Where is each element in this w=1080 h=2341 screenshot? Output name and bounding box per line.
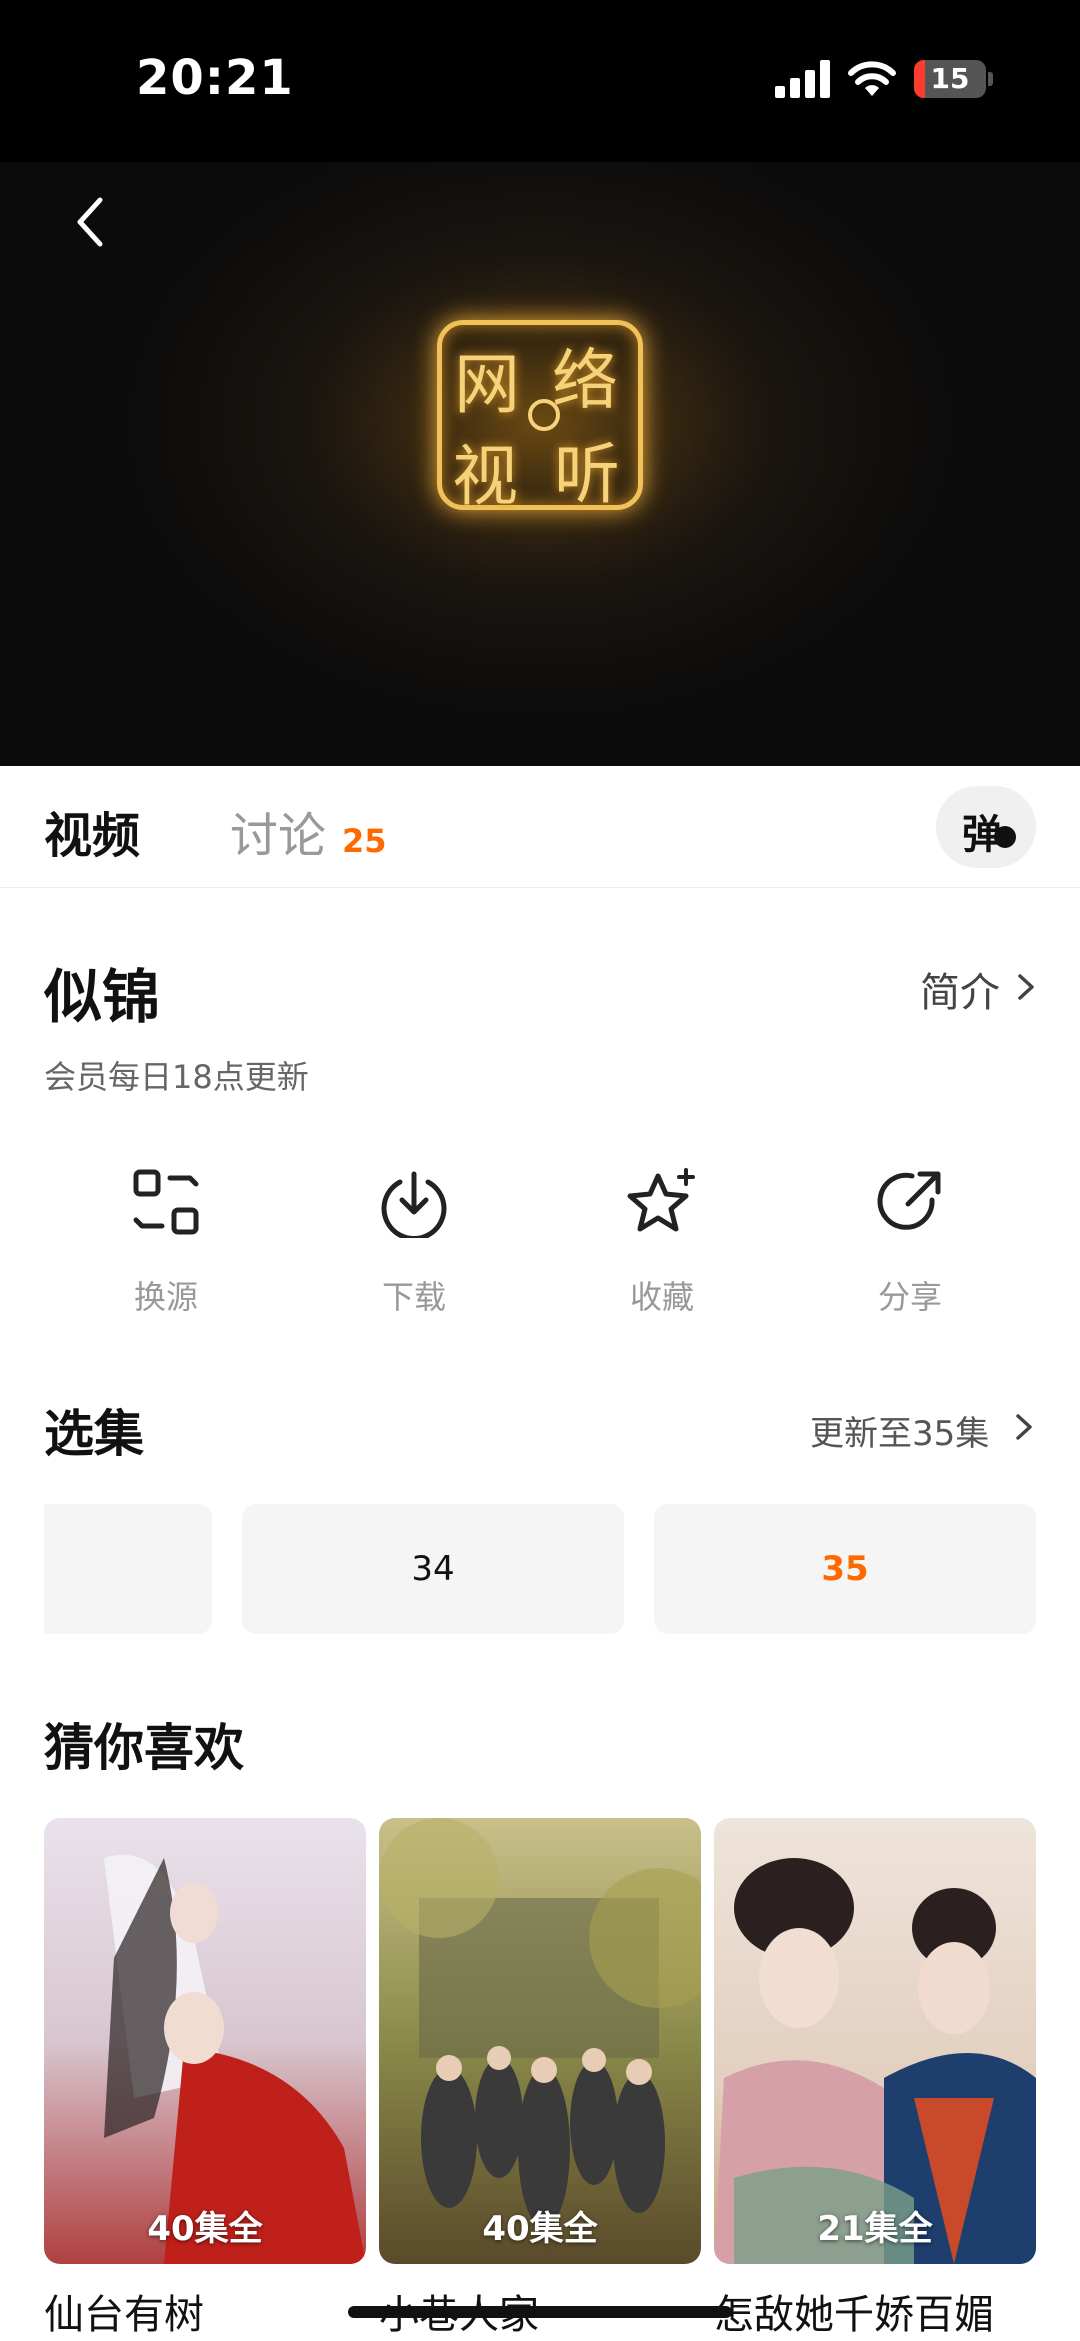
chevron-right-icon[interactable] [1012,1412,1036,1442]
logo-char: 听 [554,436,620,513]
download-button[interactable]: 下载 [334,1166,494,1316]
recommendation-card[interactable]: 40集全 仙台有树 [44,1818,366,2338]
share-button[interactable]: 分享 [830,1166,990,1316]
poster-image[interactable]: 40集全 [379,1818,701,2264]
logo-play-icon [528,399,560,431]
favorite-button[interactable]: 收藏 [582,1166,742,1316]
tab-video[interactable]: 视频 [44,796,140,866]
tab-discussion[interactable]: 讨论 [230,796,326,866]
back-arrow-icon[interactable] [62,192,122,252]
recommendation-card[interactable]: 21集全 怎敌她千娇百媚 [714,1818,1036,2338]
discussion-count-badge: 25 [342,822,387,860]
home-indicator[interactable] [348,2306,732,2318]
episode-count-badge: 40集全 [147,2209,263,2249]
battery-level: 15 [930,62,970,95]
poster-image[interactable]: 40集全 [44,1818,366,2264]
recommendation-card[interactable]: 40集全 小巷人家 [379,1818,701,2338]
recommendation-title[interactable]: 怎敌她千娇百媚 [714,2282,994,2340]
battery-cap [988,72,993,86]
danmaku-toggle-button[interactable]: 弹 [936,786,1036,868]
episode-item-current[interactable]: 35 [654,1504,1036,1634]
update-schedule-note: 会员每日18点更新 [44,1058,309,1096]
action-label: 换源 [133,1278,198,1316]
wifi-icon [848,61,896,96]
show-title: 似锦 [44,963,161,1031]
status-bar: 20:21 15 [0,0,1080,162]
episode-item[interactable] [44,1504,212,1634]
poster-art [379,1818,701,2264]
battery-icon: 15 [914,60,986,98]
logo-char: 视 [452,438,518,515]
logo-char: 络 [552,342,618,419]
recommendation-title[interactable]: 仙台有树 [44,2282,204,2340]
episode-count-badge: 21集全 [817,2209,933,2249]
episodes-more-link[interactable]: 更新至35集 [810,1406,989,1455]
intro-link[interactable]: 简介 [920,960,1000,1018]
cellular-signal-icon [775,60,831,98]
favorite-star-icon [627,1168,695,1232]
chevron-right-icon[interactable] [1014,972,1038,1002]
broadcast-logo: 网 络 视 听 [437,320,643,515]
action-label: 下载 [381,1278,446,1316]
logo-char: 网 [454,346,520,423]
poster-art [44,1818,366,2264]
danmaku-status-icon [994,826,1016,848]
status-time: 20:21 [136,50,294,106]
action-label: 收藏 [629,1278,694,1316]
switch-source-icon [133,1169,199,1235]
episodes-title: 选集 [44,1405,144,1463]
switch-source-button[interactable]: 换源 [86,1166,246,1316]
episode-item[interactable]: 34 [242,1504,624,1634]
tab-bar: 视频 讨论 25 弹 [0,766,1080,888]
episode-count-badge: 40集全 [482,2209,598,2249]
poster-art [714,1818,1036,2264]
share-icon [877,1171,941,1230]
download-icon [381,1171,447,1238]
action-label: 分享 [877,1278,942,1316]
recommendations-title: 猜你喜欢 [44,1719,244,1777]
video-player[interactable]: 网 络 视 听 [0,162,1080,766]
poster-image[interactable]: 21集全 [714,1818,1036,2264]
